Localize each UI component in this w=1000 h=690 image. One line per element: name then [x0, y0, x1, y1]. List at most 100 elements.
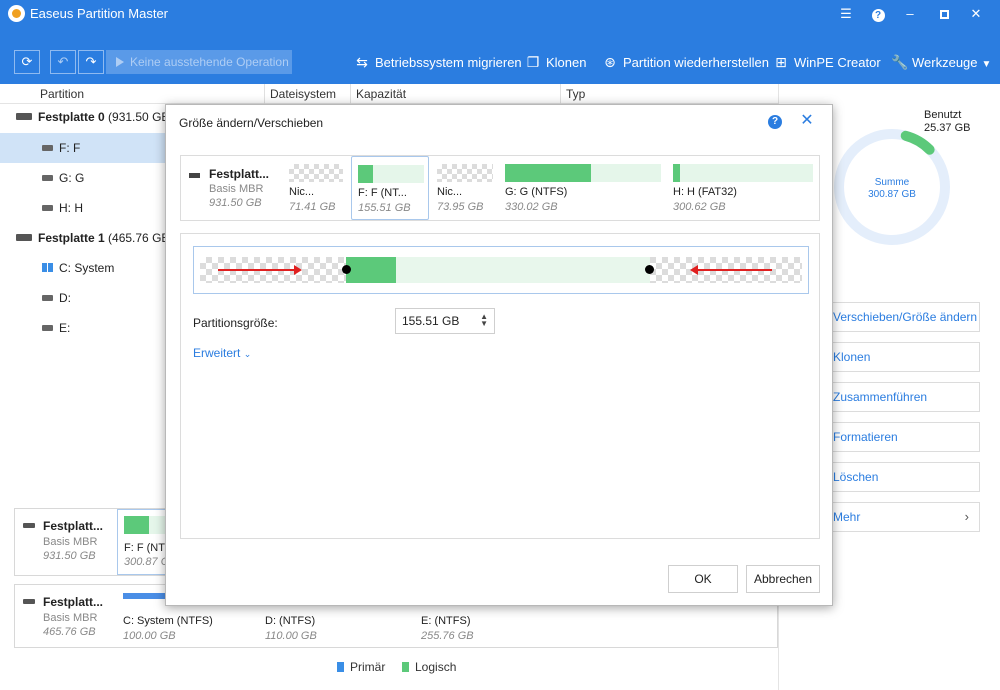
- disk-type: Basis MBR: [43, 612, 98, 624]
- chevron-right-icon: ›: [964, 509, 969, 524]
- migrate-icon: ⇆: [356, 54, 368, 70]
- tree-disk-1[interactable]: Festplatte 1 (465.76 GB: [0, 223, 168, 253]
- strip-partition-f[interactable]: F: F (NT... 155.51 GB: [351, 156, 429, 220]
- refresh-icon: ⟳: [21, 54, 33, 69]
- partition-table-header: Partition Dateisystem Kapazität Typ: [0, 84, 778, 104]
- tree-partition-c[interactable]: C: System: [0, 253, 168, 283]
- right-clone-button[interactable]: Klonen: [828, 342, 980, 372]
- delete-button[interactable]: Löschen: [828, 462, 980, 492]
- legend-logical-swatch: [402, 662, 409, 672]
- ok-button[interactable]: OK: [668, 565, 738, 593]
- disk-size: 931.50 GB: [43, 550, 96, 562]
- clone-button[interactable]: ❐ Klonen: [525, 52, 587, 72]
- legend-primary: Primär: [337, 660, 385, 674]
- disk-size: 465.76 GB: [43, 626, 96, 638]
- disk-name: Festplatt...: [43, 519, 104, 533]
- advanced-toggle[interactable]: Erweitert ⌄: [193, 346, 251, 360]
- tree-disk-0[interactable]: Festplatte 0 (931.50 GB: [0, 102, 168, 132]
- resize-track[interactable]: [200, 257, 802, 283]
- windows-icon: [42, 263, 53, 272]
- disk-type: Basis MBR: [43, 536, 98, 548]
- partition-icon: [42, 325, 53, 331]
- resize-partition-bar[interactable]: [346, 257, 650, 283]
- resize-right-handle[interactable]: [645, 265, 654, 274]
- partition-icon: [42, 175, 53, 181]
- pending-operations-button[interactable]: Keine ausstehende Operation: [106, 50, 292, 74]
- col-filesystem[interactable]: Dateisystem: [270, 87, 336, 101]
- toolbar: ⟳ ↶ ↷ Keine ausstehende Operation ⇆ Betri…: [0, 40, 1000, 84]
- partition-icon: [42, 145, 53, 151]
- col-capacity[interactable]: Kapazität: [356, 87, 406, 101]
- used-label: Benutzt 25.37 GB: [924, 109, 971, 134]
- tree-partition-h[interactable]: H: H: [0, 193, 168, 223]
- arrow-right-icon: [218, 265, 302, 275]
- winpe-creator-button[interactable]: ⊞ WinPE Creator: [773, 52, 881, 72]
- more-button[interactable]: Mehr ›: [828, 502, 980, 532]
- column-divider: [560, 84, 561, 104]
- migrate-os-button[interactable]: ⇆ Betriebssystem migrieren: [354, 52, 522, 72]
- pending-operations-label: Keine ausstehende Operation: [130, 55, 289, 69]
- unallocated-bar: [437, 164, 493, 182]
- strip-partition-unallocated-2[interactable]: Nic... 73.95 GB: [431, 156, 499, 220]
- resize-slider-box: [193, 246, 809, 294]
- resize-left-handle[interactable]: [342, 265, 351, 274]
- undo-icon: ↶: [57, 54, 69, 69]
- minimize-icon[interactable]: –: [898, 4, 922, 24]
- dialog-disk-info: Festplatt... Basis MBR 931.50 GB: [181, 156, 283, 220]
- restore-partition-button[interactable]: ⊛ Partition wiederherstellen: [602, 52, 769, 72]
- column-divider: [350, 84, 351, 104]
- dialog-help-icon[interactable]: ?: [768, 115, 782, 129]
- arrow-left-icon: [690, 265, 772, 275]
- chevron-down-icon: ⌄: [243, 349, 252, 359]
- col-type[interactable]: Typ: [566, 87, 585, 101]
- chevron-down-icon: ▼: [981, 59, 992, 70]
- disk-icon: [23, 599, 35, 604]
- disk-name: Festplatt...: [43, 595, 104, 609]
- strip-partition-h[interactable]: H: H (FAT32) 300.62 GB: [667, 156, 819, 220]
- partition-icon: [42, 295, 53, 301]
- cancel-button[interactable]: Abbrechen: [746, 565, 820, 593]
- tree-partition-e[interactable]: E:: [0, 313, 168, 343]
- resize-panel: Partitionsgröße: 155.51 GB ▲ ▼ Erweitert …: [180, 233, 820, 539]
- menu-icon[interactable]: ☰: [834, 4, 858, 24]
- resize-move-dialog: Größe ändern/Verschieben ? ✕ Festplatt..…: [165, 104, 833, 606]
- merge-button[interactable]: Zusammenführen: [828, 382, 980, 412]
- dialog-disk-strip: Festplatt... Basis MBR 931.50 GB Nic... …: [180, 155, 820, 221]
- strip-partition-unallocated-1[interactable]: Nic... 71.41 GB: [283, 156, 349, 220]
- maximize-icon[interactable]: [932, 4, 956, 24]
- disk-icon: [16, 234, 32, 241]
- sum-label: Summe 300.87 GB: [868, 177, 916, 200]
- redo-button[interactable]: ↷: [78, 50, 104, 74]
- disk-info[interactable]: Festplatt... Basis MBR 931.50 GB: [15, 509, 115, 575]
- disk-icon: [189, 173, 200, 178]
- redo-icon: ↷: [85, 54, 97, 69]
- spinner-icon[interactable]: ▲ ▼: [480, 313, 488, 328]
- restore-icon: ⊛: [604, 54, 616, 70]
- help-icon[interactable]: ?: [866, 4, 890, 24]
- dialog-close-icon[interactable]: ✕: [798, 111, 816, 131]
- tree-partition-d[interactable]: D:: [0, 283, 168, 313]
- partition-size-input[interactable]: 155.51 GB ▲ ▼: [395, 308, 495, 334]
- app-logo-icon: [8, 5, 25, 22]
- refresh-button[interactable]: ⟳: [14, 50, 40, 74]
- partition-icon: [42, 205, 53, 211]
- windows-grid-icon: ⊞: [775, 54, 787, 70]
- column-divider: [264, 84, 265, 104]
- tools-button[interactable]: 🔧 Werkzeuge ▼: [891, 52, 991, 72]
- format-button[interactable]: Formatieren: [828, 422, 980, 452]
- tree-partition-f[interactable]: F: F: [0, 133, 168, 163]
- resize-move-button[interactable]: Verschieben/Größe ändern: [828, 302, 980, 332]
- dialog-title: Größe ändern/Verschieben: [179, 116, 324, 130]
- resize-used-space: [346, 257, 396, 283]
- strip-partition-g[interactable]: G: G (NTFS) 330.02 GB: [499, 156, 667, 220]
- clone-icon: ❐: [526, 54, 540, 70]
- disk-icon: [16, 113, 32, 120]
- close-icon[interactable]: ✕: [964, 4, 988, 24]
- tree-partition-g[interactable]: G: G: [0, 163, 168, 193]
- undo-button[interactable]: ↶: [50, 50, 76, 74]
- wrench-icon: 🔧: [891, 54, 909, 70]
- disk-info[interactable]: Festplatt... Basis MBR 465.76 GB: [15, 585, 115, 647]
- unallocated-bar: [289, 164, 343, 182]
- col-partition[interactable]: Partition: [40, 87, 84, 101]
- play-icon: [116, 57, 124, 67]
